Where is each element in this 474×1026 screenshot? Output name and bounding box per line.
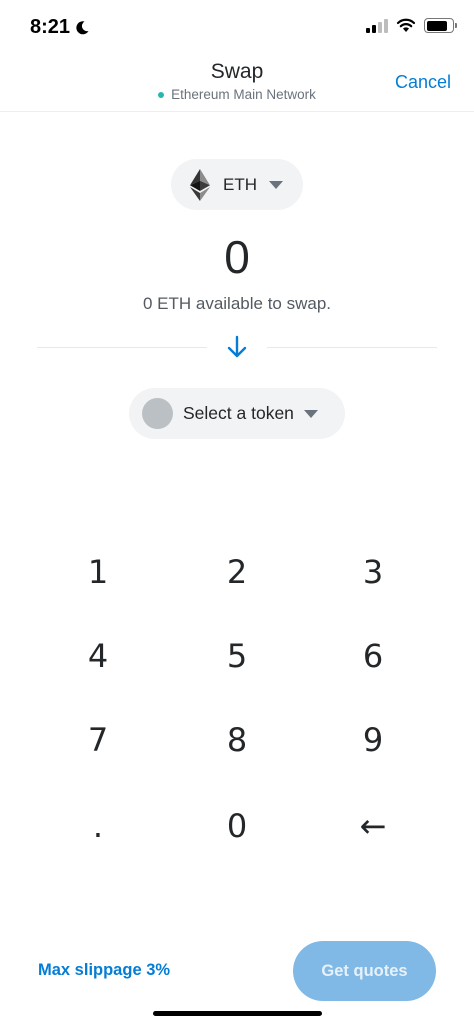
key-7[interactable]: 7 [38,698,158,782]
status-time: 8:21 [30,16,90,39]
divider [37,347,207,348]
swap-amount: 0 [224,231,250,283]
destination-token-selector[interactable]: Select a token [129,388,345,439]
battery-icon [424,18,457,33]
divider [267,347,437,348]
key-0[interactable]: 0 [177,784,297,868]
available-balance: 0 ETH available to swap. [142,294,332,313]
arrow-down-icon[interactable] [224,334,250,360]
max-slippage-button[interactable]: Max slippage 3% [38,961,170,980]
key-decimal[interactable]: . [38,784,158,868]
key-5[interactable]: 5 [177,614,297,698]
time-label: 8:21 [30,16,71,38]
status-bar: 8:21 [0,0,474,56]
backspace-key[interactable]: ← [313,784,433,868]
moon-icon [76,20,89,34]
select-token-label: Select a token [183,403,294,423]
key-4[interactable]: 4 [38,614,158,698]
ethereum-icon [190,168,210,201]
home-indicator [153,1011,322,1016]
get-quotes-button[interactable]: Get quotes [293,941,436,1001]
chevron-down-icon [269,180,283,189]
nav-header: Swap Ethereum Main Network Cancel [0,56,474,112]
key-3[interactable]: 3 [313,530,433,614]
key-9[interactable]: 9 [313,698,433,782]
swap-screen: 8:21 Swap Ethereum Main Network Cancel E… [0,0,474,1026]
cellular-signal-icon [366,18,388,33]
source-token-symbol: ETH [223,174,257,194]
wifi-icon [396,18,416,32]
network-name: Ethereum Main Network [171,87,316,102]
status-indicators [366,18,457,33]
cancel-button[interactable]: Cancel [395,72,451,93]
key-1[interactable]: 1 [38,530,158,614]
chevron-down-icon [303,409,318,418]
network-status-dot [158,91,165,98]
source-token-selector[interactable]: ETH [171,159,303,210]
token-placeholder-icon [142,398,173,429]
key-6[interactable]: 6 [313,614,433,698]
key-8[interactable]: 8 [177,698,297,782]
key-2[interactable]: 2 [177,530,297,614]
